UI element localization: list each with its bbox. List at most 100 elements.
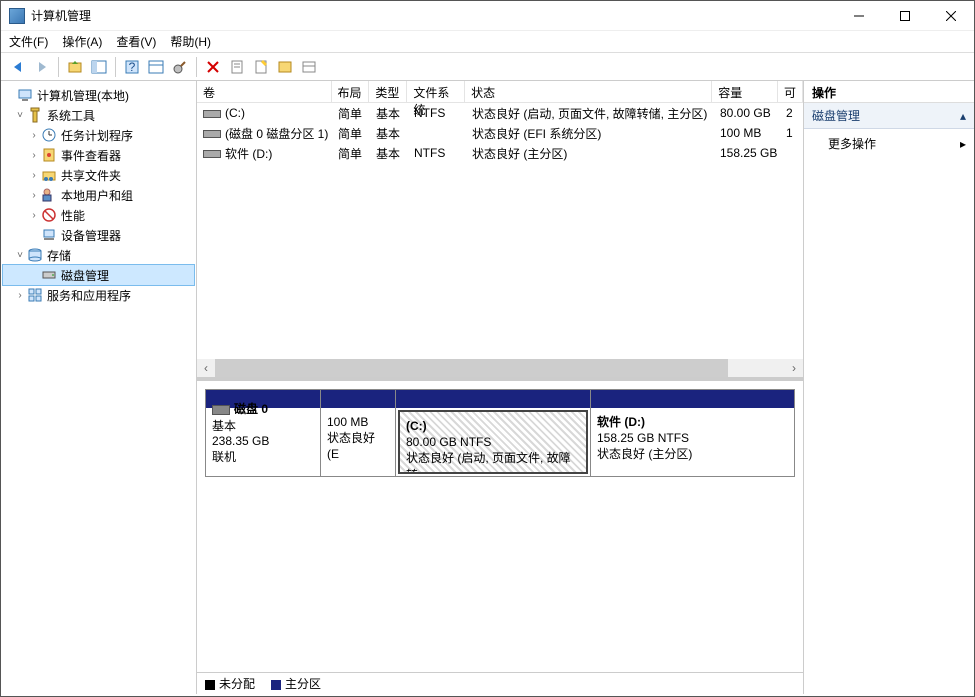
- disk-info-box[interactable]: 磁盘 0 基本 238.35 GB 联机: [206, 390, 321, 476]
- console-tree[interactable]: 计算机管理(本地) ˅ 系统工具 › 任务计划程序 › 事件查看器 › 共享文件…: [1, 81, 197, 694]
- tree-system-tools[interactable]: ˅ 系统工具: [3, 105, 194, 125]
- table-row[interactable]: (磁盘 0 磁盘分区 1)简单基本状态良好 (EFI 系统分区)100 MB1: [197, 123, 803, 143]
- col-free[interactable]: 可: [778, 81, 803, 102]
- close-button[interactable]: [928, 1, 974, 31]
- actions-more[interactable]: 更多操作 ▸: [804, 129, 974, 158]
- part-bar: [591, 390, 794, 408]
- back-button[interactable]: [7, 56, 29, 78]
- maximize-button[interactable]: [882, 1, 928, 31]
- refresh-button[interactable]: [169, 56, 191, 78]
- part-bar: [396, 390, 590, 408]
- volume-icon: [203, 130, 221, 138]
- disk-label: 磁盘 0: [234, 402, 268, 416]
- tree-label: 事件查看器: [61, 147, 121, 164]
- tree-event-viewer[interactable]: › 事件查看器: [3, 145, 194, 165]
- properties-button[interactable]: [226, 56, 248, 78]
- col-fs[interactable]: 文件系统: [407, 81, 465, 102]
- menu-view[interactable]: 查看(V): [116, 33, 156, 50]
- chevron-right-icon: ▸: [960, 137, 966, 151]
- expander-icon[interactable]: ˅: [13, 110, 27, 121]
- toolbar-separator: [196, 57, 197, 77]
- tree-label: 系统工具: [47, 107, 95, 124]
- actions-pane: 操作 磁盘管理 ▴ 更多操作 ▸: [804, 81, 974, 694]
- tree-root[interactable]: 计算机管理(本地): [3, 85, 194, 105]
- table-row[interactable]: (C:)简单基本NTFS状态良好 (启动, 页面文件, 故障转储, 主分区)80…: [197, 103, 803, 123]
- legend-primary: 主分区: [271, 675, 321, 692]
- tree-label: 磁盘管理: [61, 267, 109, 284]
- col-type[interactable]: 类型: [369, 81, 407, 102]
- event-icon: [41, 147, 57, 163]
- tree-services-apps[interactable]: › 服务和应用程序: [3, 285, 194, 305]
- h-scrollbar[interactable]: ‹ ›: [197, 359, 803, 377]
- scroll-track[interactable]: [215, 359, 785, 377]
- expander-icon[interactable]: ›: [27, 190, 41, 201]
- partition-d[interactable]: 软件 (D:) 158.25 GB NTFS 状态良好 (主分区): [591, 390, 794, 476]
- tools-icon: [27, 107, 43, 123]
- menu-file[interactable]: 文件(F): [9, 33, 48, 50]
- expander-icon[interactable]: ›: [27, 170, 41, 181]
- disk-type: 基本: [212, 417, 314, 434]
- svg-text:?: ?: [129, 60, 136, 74]
- toolbar-btn-11[interactable]: [298, 56, 320, 78]
- part-name: 软件 (D:): [597, 414, 788, 430]
- expander-icon[interactable]: ›: [13, 290, 27, 301]
- delete-button[interactable]: [202, 56, 224, 78]
- expander-icon[interactable]: ›: [27, 150, 41, 161]
- part-status: 状态良好 (E: [327, 430, 389, 462]
- expander-icon[interactable]: ›: [27, 210, 41, 221]
- minimize-button[interactable]: [836, 1, 882, 31]
- scroll-right-icon[interactable]: ›: [785, 359, 803, 377]
- col-layout[interactable]: 布局: [332, 81, 370, 102]
- scroll-thumb[interactable]: [215, 359, 728, 377]
- center-pane: 卷 布局 类型 文件系统 状态 容量 可 (C:)简单基本NTFS状态良好 (启…: [197, 81, 804, 694]
- forward-button[interactable]: [31, 56, 53, 78]
- title-bar: 计算机管理: [1, 1, 974, 31]
- toolbar-btn-5[interactable]: [145, 56, 167, 78]
- tree-storage[interactable]: ˅ 存储: [3, 245, 194, 265]
- help-button[interactable]: ?: [121, 56, 143, 78]
- part-status: 状态良好 (主分区): [597, 446, 788, 462]
- disk-row[interactable]: 磁盘 0 基本 238.35 GB 联机 100 MB 状态良好 (E: [205, 389, 795, 477]
- col-status[interactable]: 状态: [465, 81, 712, 102]
- folder-shared-icon: [41, 167, 57, 183]
- tree-performance[interactable]: › 性能: [3, 205, 194, 225]
- storage-icon: [27, 247, 43, 263]
- expander-icon[interactable]: ›: [27, 130, 41, 141]
- show-hide-tree-button[interactable]: [88, 56, 110, 78]
- table-row[interactable]: 软件 (D:)简单基本NTFS状态良好 (主分区)158.25 GB: [197, 143, 803, 163]
- toolbar-btn-10[interactable]: [274, 56, 296, 78]
- actions-section-label: 磁盘管理: [812, 107, 860, 124]
- legend: 未分配 主分区: [197, 672, 803, 694]
- menu-help[interactable]: 帮助(H): [170, 33, 211, 50]
- menu-action[interactable]: 操作(A): [62, 33, 102, 50]
- disk-icon: [41, 267, 57, 283]
- clock-icon: [41, 127, 57, 143]
- toolbar-separator: [58, 57, 59, 77]
- actions-more-label: 更多操作: [828, 135, 876, 152]
- scroll-left-icon[interactable]: ‹: [197, 359, 215, 377]
- new-button[interactable]: [250, 56, 272, 78]
- expander-icon[interactable]: ˅: [13, 250, 27, 261]
- legend-unallocated: 未分配: [205, 675, 255, 692]
- volume-rows[interactable]: (C:)简单基本NTFS状态良好 (启动, 页面文件, 故障转储, 主分区)80…: [197, 103, 803, 359]
- tree-shared-folders[interactable]: › 共享文件夹: [3, 165, 194, 185]
- tree-label: 存储: [47, 247, 71, 264]
- tree-task-scheduler[interactable]: › 任务计划程序: [3, 125, 194, 145]
- tree-disk-management[interactable]: 磁盘管理: [3, 265, 194, 285]
- toolbar-separator: [115, 57, 116, 77]
- volume-header-row: 卷 布局 类型 文件系统 状态 容量 可: [197, 81, 803, 103]
- up-button[interactable]: [64, 56, 86, 78]
- tree-local-users[interactable]: › 本地用户和组: [3, 185, 194, 205]
- legend-swatch-black: [205, 680, 215, 690]
- part-cap: 158.25 GB NTFS: [597, 430, 788, 446]
- partition-efi[interactable]: 100 MB 状态良好 (E: [321, 390, 396, 476]
- tree-label: 任务计划程序: [61, 127, 133, 144]
- actions-header: 操作: [804, 81, 974, 103]
- col-volume[interactable]: 卷: [197, 81, 332, 102]
- tree-device-manager[interactable]: 设备管理器: [3, 225, 194, 245]
- part-bar: [321, 390, 395, 408]
- actions-section[interactable]: 磁盘管理 ▴: [804, 103, 974, 129]
- collapse-icon[interactable]: ▴: [960, 109, 966, 123]
- col-capacity[interactable]: 容量: [712, 81, 778, 102]
- partition-c[interactable]: (C:) 80.00 GB NTFS 状态良好 (启动, 页面文件, 故障转: [396, 390, 591, 476]
